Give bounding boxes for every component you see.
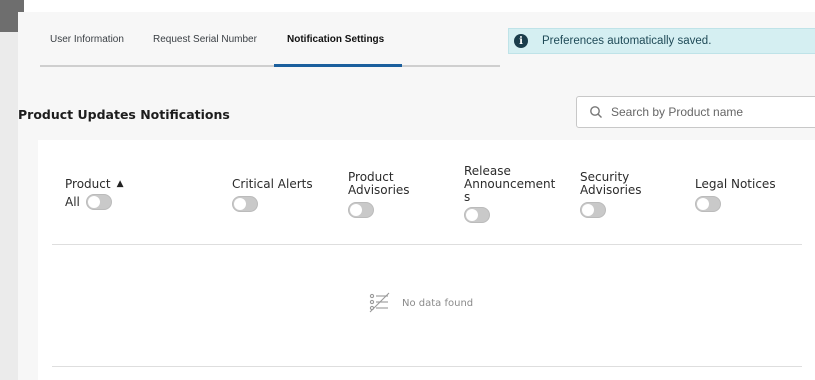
search-input[interactable] bbox=[609, 104, 813, 120]
column-product-label: Product bbox=[65, 177, 111, 191]
notifications-table: Product ▲︎ All Critical Alerts Product A… bbox=[38, 140, 815, 380]
tab-user-information[interactable]: User Information bbox=[50, 34, 124, 45]
settings-panel: User Information Request Serial Number N… bbox=[18, 12, 815, 380]
product-advisories-label-line2: Advisories bbox=[348, 183, 410, 197]
empty-state-message: No data found bbox=[402, 297, 474, 309]
release-announcements-toggle[interactable] bbox=[464, 207, 490, 223]
product-search bbox=[576, 96, 815, 128]
tab-bar-baseline bbox=[40, 65, 500, 67]
column-critical-alerts: Critical Alerts bbox=[232, 178, 313, 212]
empty-state: No data found bbox=[368, 292, 473, 314]
product-all-label: All bbox=[65, 194, 80, 209]
info-icon: i bbox=[514, 34, 528, 48]
column-legal-notices: Legal Notices bbox=[695, 178, 776, 212]
critical-alerts-toggle[interactable] bbox=[232, 196, 258, 212]
column-release-announcements: Release Announcement s bbox=[464, 165, 555, 223]
column-product: Product ▲︎ All bbox=[65, 178, 123, 210]
footer-divider bbox=[52, 366, 802, 367]
product-advisories-toggle[interactable] bbox=[348, 202, 374, 218]
tab-bar: User Information Request Serial Number N… bbox=[36, 12, 506, 68]
release-label-line3: s bbox=[464, 190, 471, 204]
security-label-line2: Advisories bbox=[580, 183, 642, 197]
tab-request-serial-number[interactable]: Request Serial Number bbox=[153, 34, 257, 45]
legal-notices-label: Legal Notices bbox=[695, 177, 776, 191]
search-icon bbox=[590, 106, 602, 118]
section-title: Product Updates Notifications bbox=[18, 107, 230, 122]
release-label-line2: Announcement bbox=[464, 177, 556, 191]
sort-icon[interactable]: ▲︎ bbox=[117, 178, 124, 191]
tab-notification-settings[interactable]: Notification Settings bbox=[287, 34, 384, 45]
product-all-toggle[interactable] bbox=[85, 194, 112, 210]
active-tab-indicator bbox=[274, 64, 402, 67]
column-product-advisories: Product Advisories bbox=[348, 171, 410, 218]
toast-message: Preferences automatically saved. bbox=[542, 35, 712, 47]
no-data-icon bbox=[369, 292, 390, 313]
save-status-toast: i Preferences automatically saved. bbox=[508, 28, 815, 54]
legal-notices-toggle[interactable] bbox=[695, 196, 721, 212]
header-divider bbox=[52, 244, 802, 245]
critical-alerts-label: Critical Alerts bbox=[232, 177, 313, 191]
column-security-advisories: Security Advisories bbox=[580, 171, 642, 218]
security-advisories-toggle[interactable] bbox=[580, 202, 606, 218]
